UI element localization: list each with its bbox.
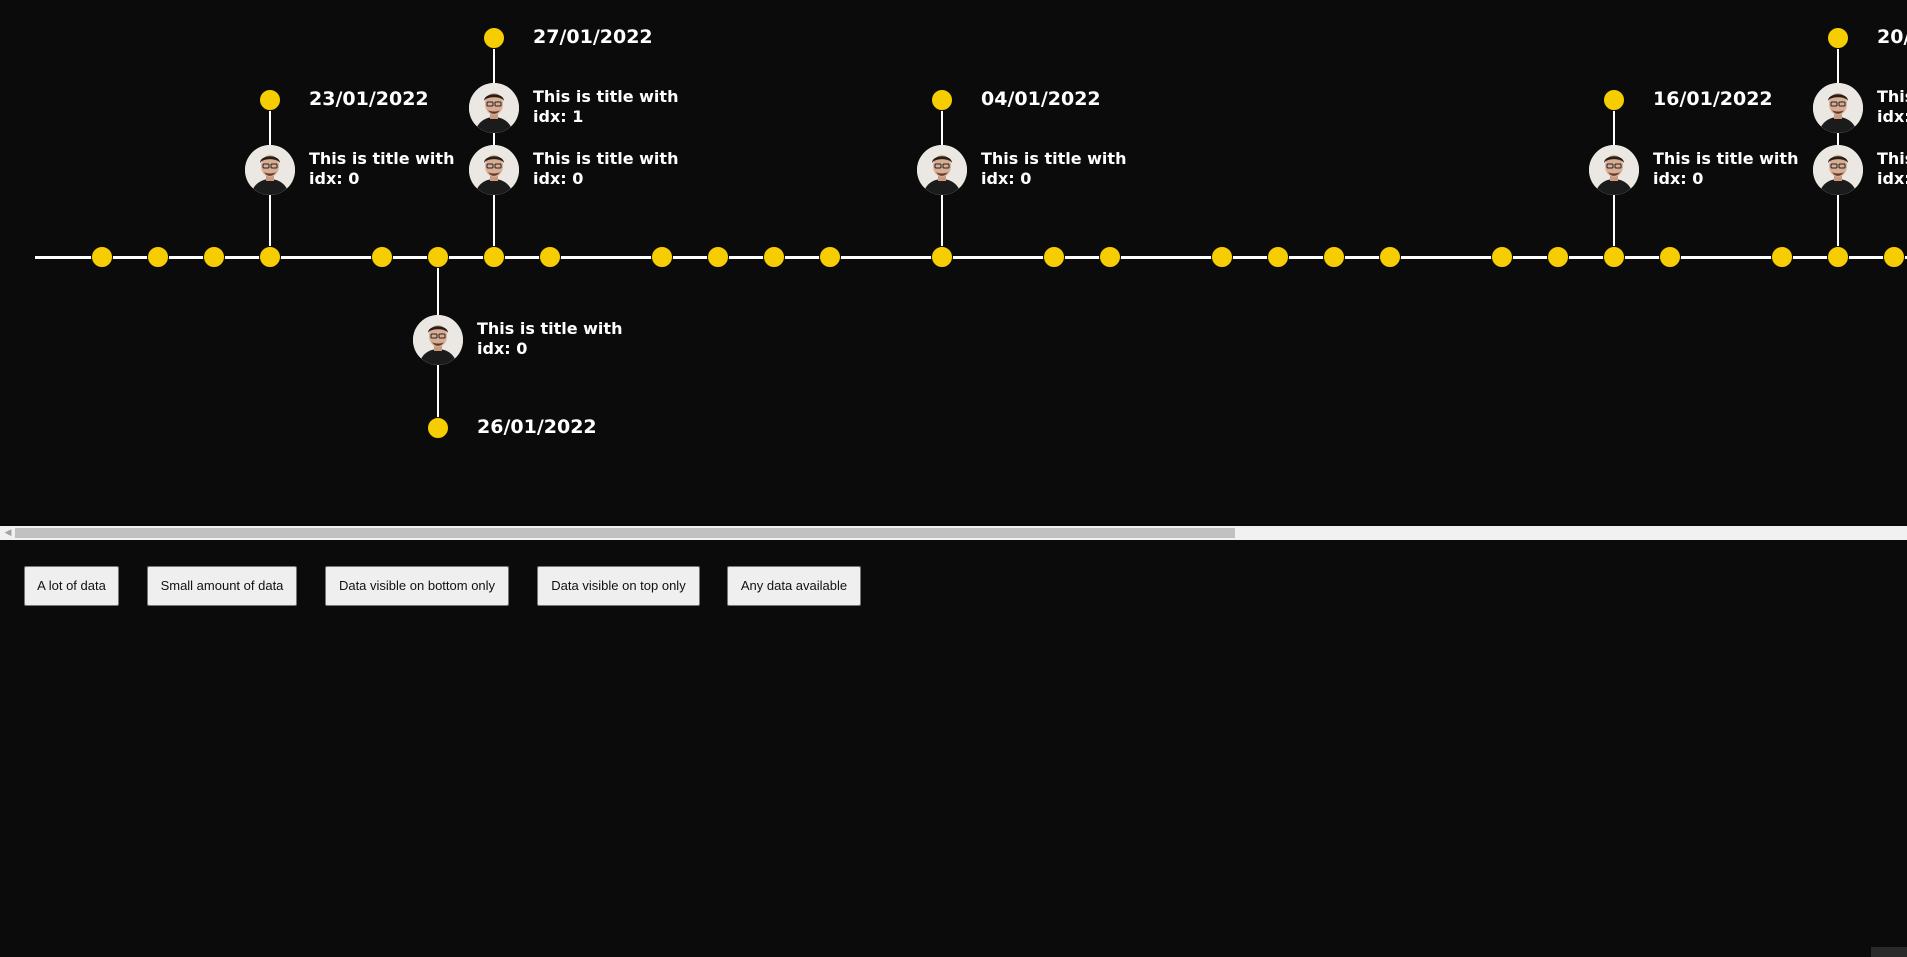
timeline-event-point[interactable] <box>1827 246 1849 268</box>
avatar[interactable] <box>469 83 519 133</box>
timeline-axis <box>35 256 1907 259</box>
timeline-viewport[interactable]: 23/01/2022 This is title with idx: 0 26/01… <box>0 0 1907 526</box>
timeline-point[interactable] <box>1771 246 1793 268</box>
a-lot-of-data-button[interactable]: A lot of data <box>24 566 119 606</box>
horizontal-scrollbar[interactable]: ◀ <box>0 526 1907 540</box>
timeline-entry-title: This is title with idx: 0 <box>1653 149 1799 188</box>
window-corner <box>1871 947 1907 957</box>
timeline-point[interactable] <box>1323 246 1345 268</box>
timeline-point[interactable] <box>819 246 841 268</box>
timeline-point[interactable] <box>371 246 393 268</box>
timeline-date-marker[interactable] <box>931 89 953 111</box>
timeline-point[interactable] <box>1043 246 1065 268</box>
timeline-entry-title: This is title with idx: 0 <box>533 149 679 188</box>
avatar[interactable] <box>245 145 295 195</box>
timeline-point[interactable] <box>707 246 729 268</box>
timeline-entry-title: This is title with idx: 1 <box>1877 87 1907 126</box>
avatar[interactable] <box>1813 145 1863 195</box>
timeline-point[interactable] <box>203 246 225 268</box>
timeline-entry-title: This is title with idx: 0 <box>981 149 1127 188</box>
timeline-date-marker[interactable] <box>427 417 449 439</box>
timeline-point[interactable] <box>1211 246 1233 268</box>
data-visible-bottom-only-button[interactable]: Data visible on bottom only <box>325 566 509 606</box>
avatar[interactable] <box>917 145 967 195</box>
timeline-point[interactable] <box>1547 246 1569 268</box>
timeline-event-point[interactable] <box>259 246 281 268</box>
timeline-date-label: 16/01/2022 <box>1653 88 1773 110</box>
timeline-event-point[interactable] <box>1603 246 1625 268</box>
timeline-point[interactable] <box>91 246 113 268</box>
timeline-date-label: 27/01/2022 <box>533 26 653 48</box>
timeline-point[interactable] <box>1491 246 1513 268</box>
timeline-point[interactable] <box>539 246 561 268</box>
avatar[interactable] <box>413 315 463 365</box>
timeline-point[interactable] <box>1267 246 1289 268</box>
timeline-point[interactable] <box>1099 246 1121 268</box>
avatar[interactable] <box>469 145 519 195</box>
avatar[interactable] <box>1589 145 1639 195</box>
timeline-date-marker[interactable] <box>1603 89 1625 111</box>
timeline-entry-title: This is title with idx: 0 <box>309 149 455 188</box>
timeline-date-label: 04/01/2022 <box>981 88 1101 110</box>
timeline-point[interactable] <box>1883 246 1905 268</box>
avatar[interactable] <box>1813 83 1863 133</box>
timeline-entry-title: This is title with idx: 1 <box>533 87 679 126</box>
timeline-point[interactable] <box>1379 246 1401 268</box>
timeline-point[interactable] <box>651 246 673 268</box>
small-amount-of-data-button[interactable]: Small amount of data <box>147 566 297 606</box>
timeline-event-point[interactable] <box>931 246 953 268</box>
scroll-thumb[interactable] <box>15 528 1235 538</box>
timeline-point[interactable] <box>1659 246 1681 268</box>
timeline-date-label: 26/01/2022 <box>477 416 597 438</box>
dataset-button-bar: A lot of data Small amount of data Data … <box>0 566 1907 606</box>
timeline-date-marker[interactable] <box>1827 27 1849 49</box>
timeline-event-point[interactable] <box>427 246 449 268</box>
timeline-point[interactable] <box>763 246 785 268</box>
timeline-date-marker[interactable] <box>259 89 281 111</box>
scroll-left-arrow-icon[interactable]: ◀ <box>2 526 14 540</box>
timeline-date-marker[interactable] <box>483 27 505 49</box>
timeline-entry-title: This is title with idx: 0 <box>477 319 623 358</box>
timeline-date-label: 20/ <box>1877 26 1907 48</box>
any-data-available-button[interactable]: Any data available <box>727 566 861 606</box>
data-visible-top-only-button[interactable]: Data visible on top only <box>537 566 700 606</box>
timeline-point[interactable] <box>147 246 169 268</box>
timeline-event-point[interactable] <box>483 246 505 268</box>
timeline-entry-title: This is title with idx: 0 <box>1877 149 1907 188</box>
timeline-date-label: 23/01/2022 <box>309 88 429 110</box>
